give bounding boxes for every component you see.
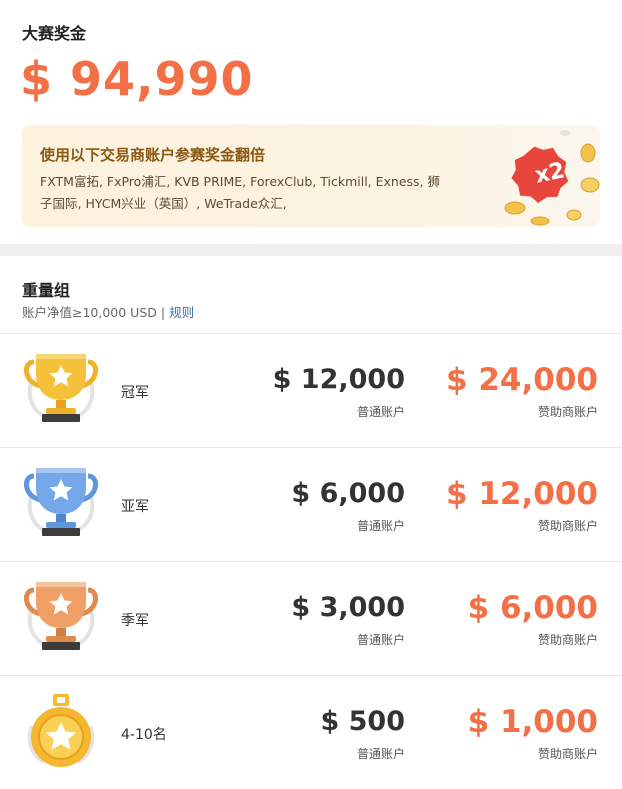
standard-prize-amount: $ 3,000	[291, 592, 405, 623]
double-bonus-banner: 使用以下交易商账户参赛奖金翻倍 FXTM富拓, FxPro浦汇, KVB PRI…	[22, 125, 600, 227]
sponsor-account-label: 赞助商账户	[537, 747, 598, 761]
prize-title: 大赛奖金	[22, 24, 87, 43]
gold-trophy-icon	[24, 354, 98, 422]
table-row: 亚军 $ 6,000 普通账户 $ 12,000 赞助商账户	[0, 447, 622, 561]
standard-prize-amount: $ 12,000	[272, 364, 405, 395]
standard-account-label: 普通账户	[356, 405, 405, 419]
group-subtitle: 账户净值≥10,000 USD | 规则	[22, 302, 194, 321]
rank-label: 4-10名	[121, 727, 167, 743]
promo-title: 使用以下交易商账户参赛奖金翻倍	[40, 146, 266, 164]
rules-link[interactable]: 规则	[169, 305, 194, 320]
sponsor-prize-amount: $ 24,000	[446, 362, 598, 398]
sponsor-account-label: 赞助商账户	[537, 519, 598, 533]
standard-account-label: 普通账户	[356, 747, 405, 761]
table-row: 4-10名 $ 500 普通账户 $ 1,000 赞助商账户	[0, 675, 622, 789]
sponsor-prize-amount: $ 12,000	[446, 476, 598, 512]
sponsor-prize-amount: $ 6,000	[467, 590, 598, 626]
sponsor-prize-amount: $ 1,000	[467, 704, 598, 740]
prize-section: 大赛奖金 $ 94,990 使用以下交易商账户参赛奖金翻倍 FXTM富拓, Fx…	[0, 0, 622, 244]
standard-account-label: 普通账户	[356, 519, 405, 533]
prize-table: 冠军 $ 12,000 普通账户 $ 24,000 赞助商账户 亚军 $ 6,0…	[0, 333, 622, 789]
section-divider	[0, 244, 622, 256]
standard-prize-amount: $ 6,000	[291, 478, 405, 509]
group-title: 重量组	[22, 281, 71, 300]
silver-trophy-icon	[24, 468, 98, 536]
standard-prize-amount: $ 500	[320, 706, 405, 737]
sponsor-account-label: 赞助商账户	[537, 405, 598, 419]
equity-requirement: 账户净值≥10,000 USD |	[22, 305, 170, 320]
prize-total: $ 94,990	[20, 52, 254, 106]
sponsor-account-label: 赞助商账户	[537, 633, 598, 647]
promo-broker-list: FXTM富拓, FxPro浦汇, KVB PRIME, ForexClub, T…	[40, 174, 440, 211]
table-row: 季军 $ 3,000 普通账户 $ 6,000 赞助商账户	[0, 561, 622, 675]
rank-label: 冠军	[121, 385, 149, 401]
rank-label: 季军	[121, 613, 149, 629]
medal-icon	[27, 694, 95, 767]
table-row: 冠军 $ 12,000 普通账户 $ 24,000 赞助商账户	[0, 333, 622, 447]
bronze-trophy-icon	[24, 582, 98, 650]
rank-label: 亚军	[121, 499, 149, 515]
standard-account-label: 普通账户	[356, 633, 405, 647]
